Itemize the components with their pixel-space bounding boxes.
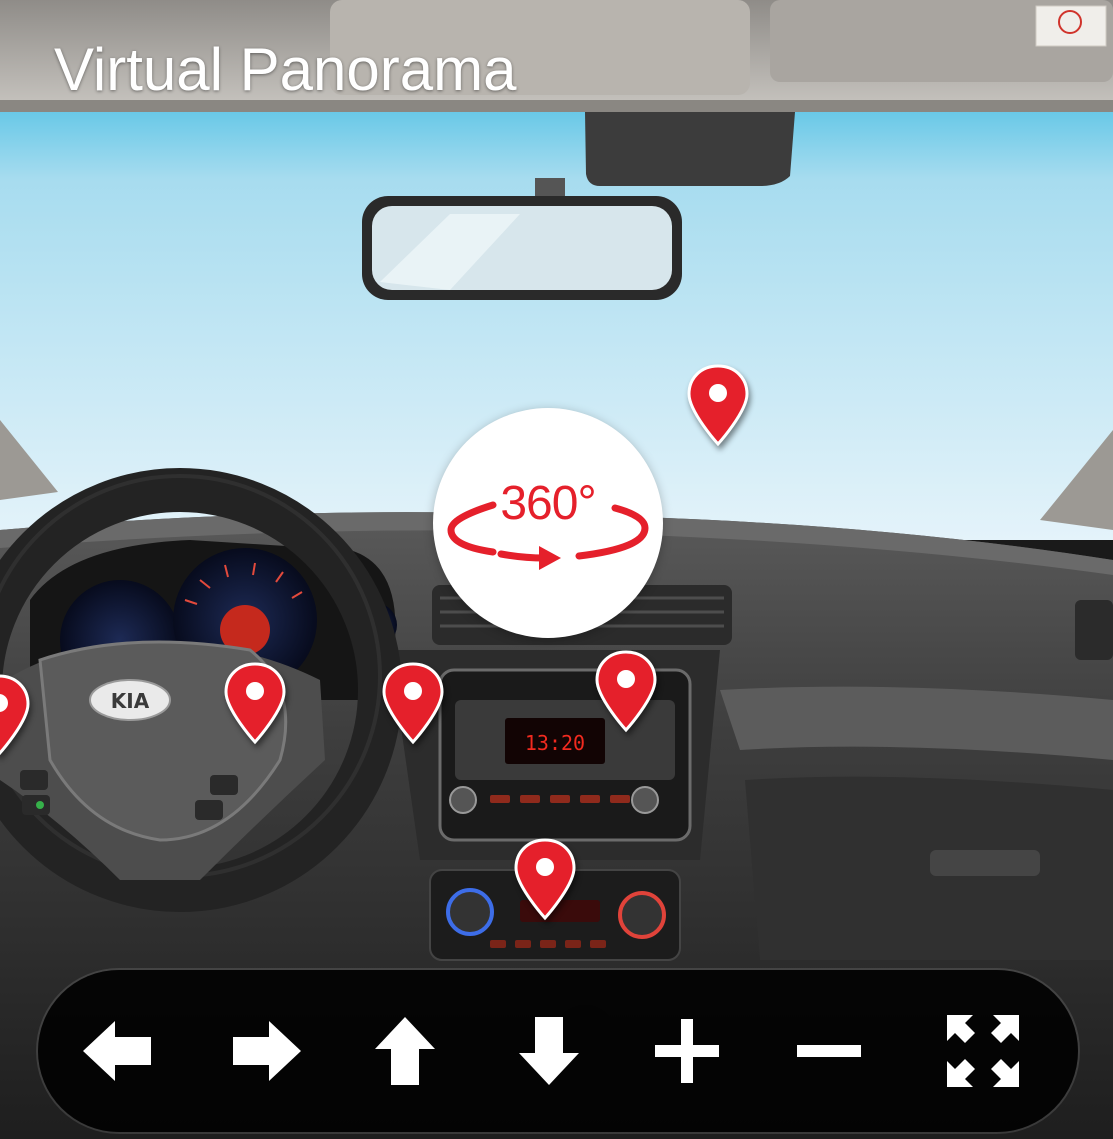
pan-right-button[interactable] xyxy=(212,996,322,1106)
map-pin-icon xyxy=(382,662,444,745)
fullscreen-button[interactable] xyxy=(928,996,1038,1106)
page-title: Virtual Panorama xyxy=(54,36,517,103)
arrow-right-icon xyxy=(233,1021,301,1081)
map-pin-icon xyxy=(687,364,749,447)
map-pin-icon xyxy=(0,674,30,756)
pan-down-button[interactable] xyxy=(494,996,604,1106)
hotspot-steering-wheel[interactable] xyxy=(222,660,288,748)
brand-logo: KIA xyxy=(111,689,150,713)
plus-icon xyxy=(655,1019,719,1083)
navigation-control-bar xyxy=(38,970,1078,1132)
minus-icon xyxy=(797,1045,861,1057)
panorama-viewer[interactable]: 13:20 KIA Virtual Panorama 360° xyxy=(0,0,1113,1139)
zoom-in-button[interactable] xyxy=(632,996,742,1106)
hotspot-radio[interactable] xyxy=(593,648,659,736)
pan-left-button[interactable] xyxy=(62,996,172,1106)
hotspot-windshield[interactable] xyxy=(685,362,751,450)
arrow-down-icon xyxy=(519,1017,579,1085)
arrow-left-icon xyxy=(83,1021,151,1081)
hotspot-climate-control[interactable] xyxy=(512,836,578,924)
fullscreen-icon xyxy=(947,1015,1019,1087)
hotspot-dashboard-left[interactable] xyxy=(380,660,446,748)
arrow-up-icon xyxy=(375,1017,435,1085)
pan-up-button[interactable] xyxy=(350,996,460,1106)
map-pin-icon xyxy=(595,650,657,733)
rotate-360-icon xyxy=(447,501,649,570)
map-pin-icon xyxy=(514,838,576,921)
hotspot-steering-wheel-left[interactable] xyxy=(0,672,32,760)
radio-display: 13:20 xyxy=(525,731,585,755)
zoom-out-button[interactable] xyxy=(774,996,884,1106)
rotate-360-button[interactable]: 360° xyxy=(433,408,663,638)
map-pin-icon xyxy=(224,662,286,745)
